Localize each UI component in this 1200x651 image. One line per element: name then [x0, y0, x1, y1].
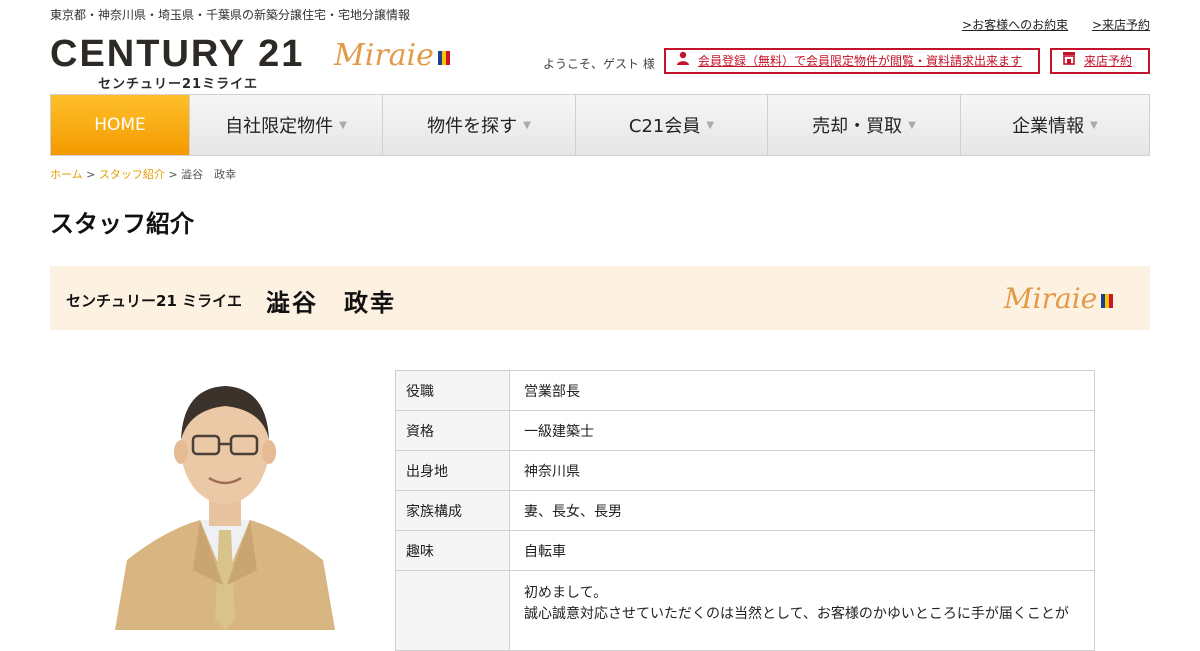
register-button[interactable]: 会員登録（無料）で会員限定物件が閲覧・資料請求出来ます — [664, 48, 1040, 74]
flag-icon — [1101, 293, 1114, 308]
nav-search-properties[interactable]: 物件を探す ▼ — [382, 95, 575, 155]
chevron-down-icon: ▼ — [523, 119, 531, 131]
profile-value-family: 妻、長女、長男 — [509, 490, 1095, 531]
top-links: >お客様へのお約束 >来店予約 — [942, 16, 1150, 33]
office-name: センチュリー21 ミライエ — [66, 292, 242, 310]
table-row: 初めまして。 誠心誠意対応させていただくのは当然として、お客様のかゆいところに手… — [395, 570, 1095, 651]
breadcrumb-separator: > — [164, 168, 182, 181]
message-line: 初めまして。 — [524, 585, 608, 601]
profile-value-position: 営業部長 — [509, 370, 1095, 411]
profile-label-message — [395, 570, 510, 651]
nav-home-label: HOME — [94, 115, 146, 135]
nav-sell-buy[interactable]: 売却・買取 ▼ — [767, 95, 960, 155]
profile-label-family: 家族構成 — [395, 490, 510, 531]
profile-value-hobby: 自転車 — [509, 530, 1095, 571]
register-label: 会員登録（無料）で会員限定物件が閲覧・資料請求出来ます — [698, 54, 1023, 68]
miraie-logo-text: Miraie — [334, 38, 434, 73]
chevron-down-icon: ▼ — [339, 119, 347, 131]
nav-member-label: C21会員 — [628, 116, 701, 137]
chevron-down-icon: ▼ — [1090, 119, 1098, 131]
table-row: 役職 営業部長 — [395, 370, 1095, 411]
profile-value-qualification: 一級建築士 — [509, 410, 1095, 451]
century21-logo-subtitle: センチュリー21ミライエ — [98, 77, 258, 92]
profile-label-hometown: 出身地 — [395, 450, 510, 491]
chevron-down-icon: ▼ — [706, 119, 715, 131]
flag-icon — [437, 50, 450, 65]
nav-exclusive-properties[interactable]: 自社限定物件 ▼ — [189, 95, 382, 155]
profile-label-hobby: 趣味 — [395, 530, 510, 571]
message-line: 誠心誠意対応させていただくのは当然として、お客様のかゆいところに手が届くことが — [524, 606, 1069, 622]
miraie-logo[interactable]: Miraie — [334, 38, 450, 73]
breadcrumb-staff[interactable]: スタッフ紹介 — [99, 168, 165, 181]
profile-message: 初めまして。 誠心誠意対応させていただくのは当然として、お客様のかゆいところに手… — [509, 570, 1095, 651]
site-tagline: 東京都・神奈川県・埼玉県・千葉県の新築分譲住宅・宅地分譲情報 — [50, 8, 411, 22]
nav-exclusive-label: 自社限定物件 — [225, 116, 334, 137]
user-icon — [676, 48, 690, 74]
page-title: スタッフ紹介 — [50, 210, 194, 238]
main-nav: HOME 自社限定物件 ▼ 物件を探す ▼ C21会員 ▼ 売却・買取 ▼ 企業情報 ▼ — [50, 94, 1150, 156]
table-row: 出身地 神奈川県 — [395, 450, 1095, 491]
breadcrumb-home[interactable]: ホーム — [50, 168, 83, 181]
promise-link[interactable]: >お客様へのお約束 — [962, 18, 1068, 32]
miraie-band-logo: Miraie — [1004, 282, 1114, 315]
table-row: 趣味 自転車 — [395, 530, 1095, 571]
chevron-down-icon: ▼ — [908, 119, 916, 131]
miraie-band-logo-text: Miraie — [1004, 282, 1098, 315]
century21-logo[interactable]: CENTURY 21 — [50, 34, 304, 74]
breadcrumb-current: 澁谷 政幸 — [181, 168, 237, 181]
visit-reservation-link[interactable]: >来店予約 — [1092, 18, 1150, 32]
profile-table: 役職 営業部長 資格 一級建築士 出身地 神奈川県 家族構成 妻、長女、長男 趣… — [395, 370, 1095, 651]
breadcrumb-separator: > — [82, 168, 99, 181]
welcome-text: ようこそ、ゲスト 様 — [543, 57, 655, 71]
visit-reserve-button[interactable]: 来店予約 — [1050, 48, 1150, 74]
profile-value-hometown: 神奈川県 — [509, 450, 1095, 491]
shop-icon — [1062, 48, 1076, 74]
nav-search-label: 物件を探す — [427, 116, 518, 137]
nav-company-label: 企業情報 — [1012, 116, 1085, 137]
staff-name: 澁谷 政幸 — [266, 289, 396, 317]
staff-photo — [105, 370, 345, 630]
nav-company-info[interactable]: 企業情報 ▼ — [960, 95, 1149, 155]
visit-reserve-label: 来店予約 — [1084, 54, 1133, 68]
nav-home[interactable]: HOME — [51, 95, 189, 155]
profile-label-position: 役職 — [395, 370, 510, 411]
table-row: 家族構成 妻、長女、長男 — [395, 490, 1095, 531]
breadcrumb: ホーム > スタッフ紹介 > 澁谷 政幸 — [50, 166, 236, 182]
nav-c21-member[interactable]: C21会員 ▼ — [575, 95, 767, 155]
profile-label-qualification: 資格 — [395, 410, 510, 451]
table-row: 資格 一級建築士 — [395, 410, 1095, 451]
nav-sell-label: 売却・買取 — [812, 116, 903, 137]
